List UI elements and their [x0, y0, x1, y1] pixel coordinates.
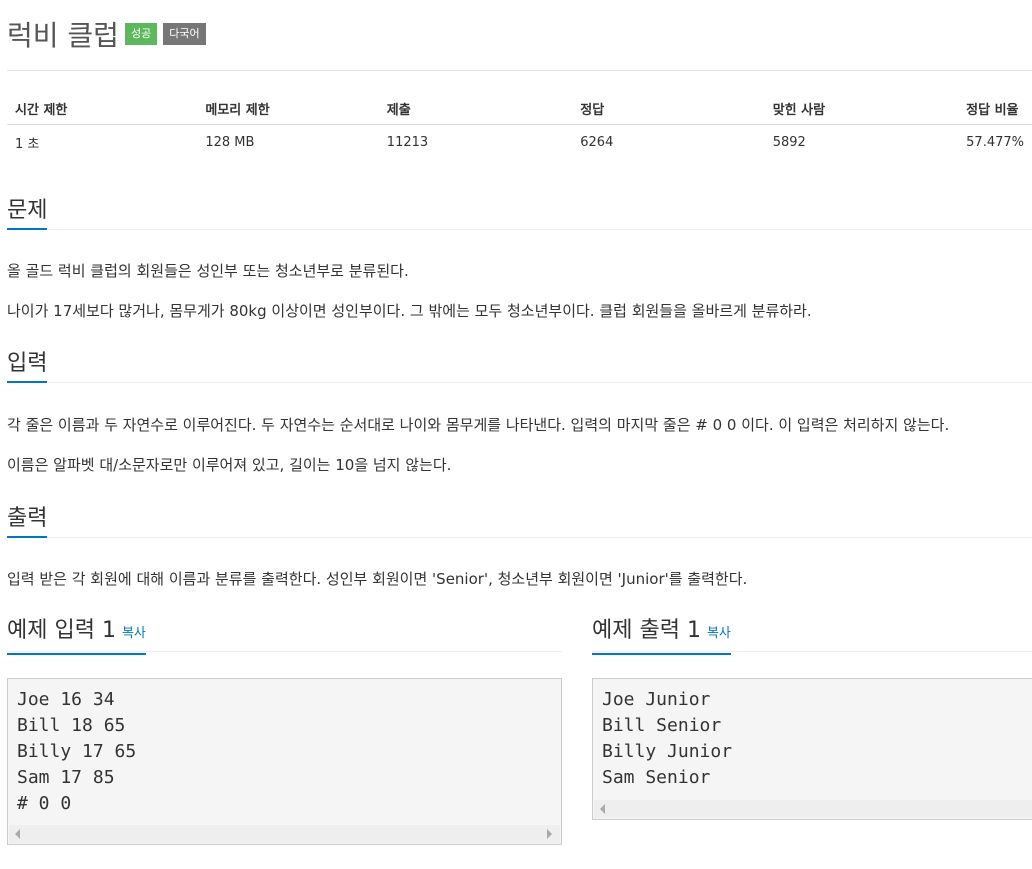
header-solved-users: 맞힌 사람 — [764, 92, 959, 125]
value-memory-limit: 128 MB — [205, 134, 255, 150]
section-title-description: 문제 — [7, 194, 48, 230]
divider — [7, 537, 1032, 538]
section-description-header: 문제 — [7, 194, 1032, 230]
status-badge-success: 성공 — [124, 23, 158, 45]
value-accepted: 6264 — [580, 134, 614, 150]
description-paragraph-1: 올 골드 럭비 클럽의 회원들은 성인부 또는 청소년부로 분류된다. — [7, 262, 409, 280]
divider — [7, 70, 1032, 71]
horizontal-scrollbar[interactable] — [9, 825, 560, 843]
section-title-input: 입력 — [7, 347, 48, 383]
sample-input-content: Joe 16 34 Bill 18 65 Billy 17 65 Sam 17 … — [17, 689, 137, 814]
copy-sample-input-button[interactable]: 복사 — [122, 626, 146, 641]
problem-header: 럭비 클럽 성공 다국어 — [7, 14, 206, 54]
sample-output-title: 예제 출력 1 — [592, 618, 701, 643]
divider — [7, 229, 1032, 230]
scroll-left-arrow-icon[interactable] — [600, 804, 605, 814]
sample-input-header: 예제 입력 1 복사 — [7, 612, 562, 655]
sample-output-title-wrap: 예제 출력 1 복사 — [592, 612, 731, 655]
header-time-limit: 시간 제한 — [7, 92, 198, 125]
value-solved-users: 5892 — [772, 134, 806, 150]
sample-output-header: 예제 출력 1 복사 — [592, 612, 1032, 655]
problem-info-table: 시간 제한 메모리 제한 제출 정답 맞힌 사람 정답 비율 1 초 128 M… — [7, 92, 1032, 159]
value-submissions: 11213 — [386, 134, 429, 150]
header-submissions: 제출 — [378, 92, 573, 125]
input-paragraph-1: 각 줄은 이름과 두 자연수로 이루어진다. 두 자연수는 순서대로 나이와 몸… — [7, 416, 950, 434]
sample-output-box[interactable]: Joe Junior Bill Senior Billy Junior Sam … — [592, 678, 1032, 820]
sample-input-panel: 예제 입력 1 복사 — [7, 612, 562, 655]
output-paragraph-1: 입력 받은 각 회원에 대해 이름과 분류를 출력한다. 성인부 회원이면 'S… — [7, 570, 748, 588]
status-badge-multilang: 다국어 — [163, 23, 206, 45]
sample-input-box[interactable]: Joe 16 34 Bill 18 65 Billy 17 65 Sam 17 … — [7, 678, 562, 845]
copy-sample-output-button[interactable]: 복사 — [707, 626, 731, 641]
header-accepted: 정답 — [572, 92, 765, 125]
header-accept-ratio: 정답 비율 — [958, 92, 1032, 125]
table-row: 1 초 128 MB 11213 6264 5892 57.477% — [7, 125, 1032, 160]
sample-input-title: 예제 입력 1 — [7, 618, 116, 643]
problem-title: 럭비 클럽 — [7, 19, 119, 52]
section-title-output: 출력 — [7, 502, 48, 538]
section-output-header: 출력 — [7, 502, 1032, 538]
value-accept-ratio: 57.477% — [966, 134, 1024, 150]
sample-output-content: Joe Junior Bill Senior Billy Junior Sam … — [602, 689, 733, 788]
divider — [7, 382, 1032, 383]
sample-input-title-wrap: 예제 입력 1 복사 — [7, 612, 146, 655]
header-memory-limit: 메모리 제한 — [197, 92, 379, 125]
scroll-right-arrow-icon[interactable] — [547, 829, 552, 839]
table-header-row: 시간 제한 메모리 제한 제출 정답 맞힌 사람 정답 비율 — [7, 92, 1032, 125]
input-paragraph-2: 이름은 알파벳 대/소문자로만 이루어져 있고, 길이는 10을 넘지 않는다. — [7, 456, 452, 474]
section-input-header: 입력 — [7, 347, 1032, 383]
sample-output-panel: 예제 출력 1 복사 — [592, 612, 1032, 655]
description-paragraph-2: 나이가 17세보다 많거나, 몸무게가 80kg 이상이면 성인부이다. 그 밖… — [7, 302, 812, 320]
horizontal-scrollbar[interactable] — [594, 800, 1032, 818]
value-time-limit: 1 초 — [15, 136, 40, 152]
scroll-left-arrow-icon[interactable] — [15, 829, 20, 839]
